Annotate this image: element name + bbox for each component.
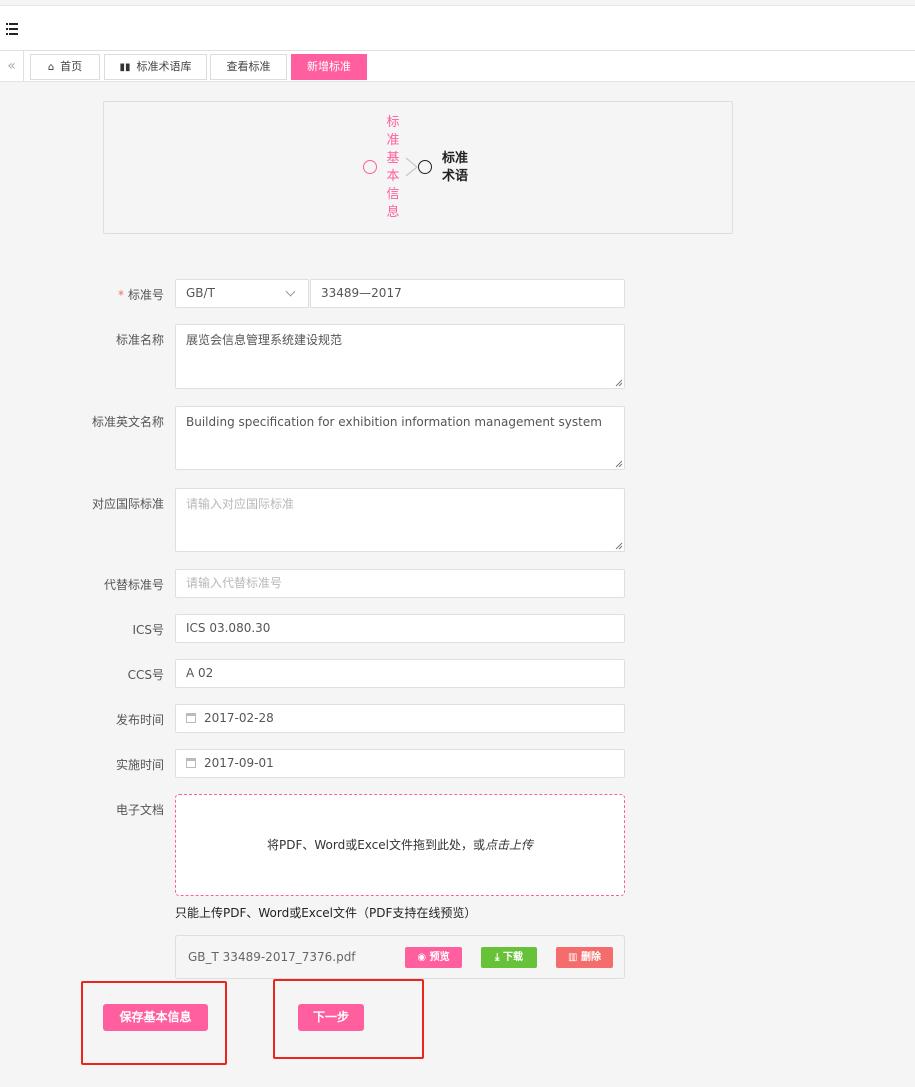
download-button[interactable]: ⤓ 下载 — [481, 947, 537, 968]
label-text: 标准号 — [127, 288, 164, 302]
resize-handle-icon[interactable] — [615, 379, 623, 387]
select-value: GB/T — [186, 286, 215, 300]
textarea-value: 展览会信息管理系统建设规范 — [186, 333, 343, 347]
step-2-label[interactable]: 标准术语 — [442, 150, 472, 186]
button-label: 删除 — [580, 952, 601, 963]
tab-add-standard[interactable]: 新增标准 — [291, 54, 367, 80]
trash-icon: ▥ — [568, 952, 581, 963]
tabs-scroll-left-icon[interactable]: « — [0, 51, 24, 82]
publish-date-label: 发布时间 — [115, 713, 164, 727]
upload-tip: 只能上传PDF、Word或Excel文件（PDF支持在线预览） — [175, 906, 477, 920]
standard-prefix-select[interactable]: GB/T — [175, 279, 309, 308]
dropzone-text: 将PDF、Word或Excel文件拖到此处，或 — [266, 838, 485, 852]
impl-date-picker[interactable]: 2017-09-01 — [175, 749, 625, 778]
english-name-textarea[interactable]: Building specification for exhibition in… — [175, 406, 625, 470]
step-1-label[interactable]: 标准基本信息 — [385, 114, 401, 222]
button-label: 下载 — [502, 952, 523, 963]
click-upload-link[interactable]: 点击上传 — [485, 838, 533, 852]
ics-label: ICS号 — [132, 623, 164, 637]
intl-standard-textarea[interactable]: 请输入对应国际标准 — [175, 488, 625, 552]
menu-collapse-icon[interactable] — [6, 23, 20, 35]
tab-label: 新增标准 — [307, 60, 351, 73]
required-asterisk: * — [117, 288, 124, 302]
resize-handle-icon[interactable] — [615, 542, 623, 550]
document-label: 电子文档 — [115, 803, 164, 817]
steps-panel: 标准基本信息 标准术语 — [103, 101, 733, 234]
button-label: 预览 — [429, 952, 450, 963]
date-value: 2017-09-01 — [204, 756, 274, 770]
step-1-circle-icon — [363, 160, 377, 174]
date-value: 2017-02-28 — [204, 711, 274, 725]
eye-icon: ◉ — [417, 952, 430, 963]
calendar-icon — [186, 713, 196, 723]
replace-no-input[interactable]: 请输入代替标准号 — [175, 569, 625, 598]
file-upload-dropzone[interactable]: 将PDF、Word或Excel文件拖到此处，或点击上传 — [175, 794, 625, 896]
step-2-circle-icon — [418, 160, 432, 174]
tabs-bar: « ⌂ 首页 ▮▮ 标准术语库 查看标准 新增标准 — [0, 51, 915, 82]
book-icon: ▮▮ — [119, 62, 131, 73]
home-icon: ⌂ — [47, 62, 55, 73]
uploaded-file-item: GB_T 33489-2017_7376.pdf ◉ 预览 ⤓ 下载 ▥ 删除 — [175, 935, 625, 979]
next-step-button[interactable]: 下一步 — [298, 1004, 364, 1031]
tab-home[interactable]: ⌂ 首页 — [30, 54, 100, 80]
ccs-label: CCS号 — [127, 668, 164, 682]
ics-input[interactable]: ICS 03.080.30 — [175, 614, 625, 643]
impl-date-label: 实施时间 — [115, 758, 164, 772]
textarea-value: Building specification for exhibition in… — [186, 415, 602, 429]
save-basic-info-button[interactable]: 保存基本信息 — [103, 1004, 208, 1031]
standard-name-label: 标准名称 — [115, 333, 164, 347]
ccs-input[interactable]: A 02 — [175, 659, 625, 688]
standard-name-textarea[interactable]: 展览会信息管理系统建设规范 — [175, 324, 625, 389]
tab-view-standard[interactable]: 查看标准 — [210, 54, 287, 80]
delete-button[interactable]: ▥ 删除 — [556, 947, 613, 968]
standard-number-input[interactable]: 33489—2017 — [310, 279, 625, 308]
tab-label: 标准术语库 — [136, 60, 192, 73]
resize-handle-icon[interactable] — [615, 460, 623, 468]
english-name-label: 标准英文名称 — [91, 415, 164, 429]
tab-term-library[interactable]: ▮▮ 标准术语库 — [104, 54, 207, 80]
tab-label: 首页 — [60, 60, 83, 73]
chevron-down-icon — [285, 286, 296, 297]
top-bar — [0, 5, 915, 51]
publish-date-picker[interactable]: 2017-02-28 — [175, 704, 625, 733]
calendar-icon — [186, 758, 196, 768]
file-name: GB_T 33489-2017_7376.pdf — [188, 950, 356, 964]
placeholder-text: 请输入对应国际标准 — [186, 497, 295, 511]
download-icon: ⤓ — [495, 952, 503, 963]
replace-no-label: 代替标准号 — [103, 578, 164, 592]
standard-no-label: * 标准号 — [60, 286, 164, 303]
tab-label: 查看标准 — [226, 60, 271, 73]
preview-button[interactable]: ◉ 预览 — [405, 947, 462, 968]
intl-standard-label: 对应国际标准 — [91, 497, 164, 511]
